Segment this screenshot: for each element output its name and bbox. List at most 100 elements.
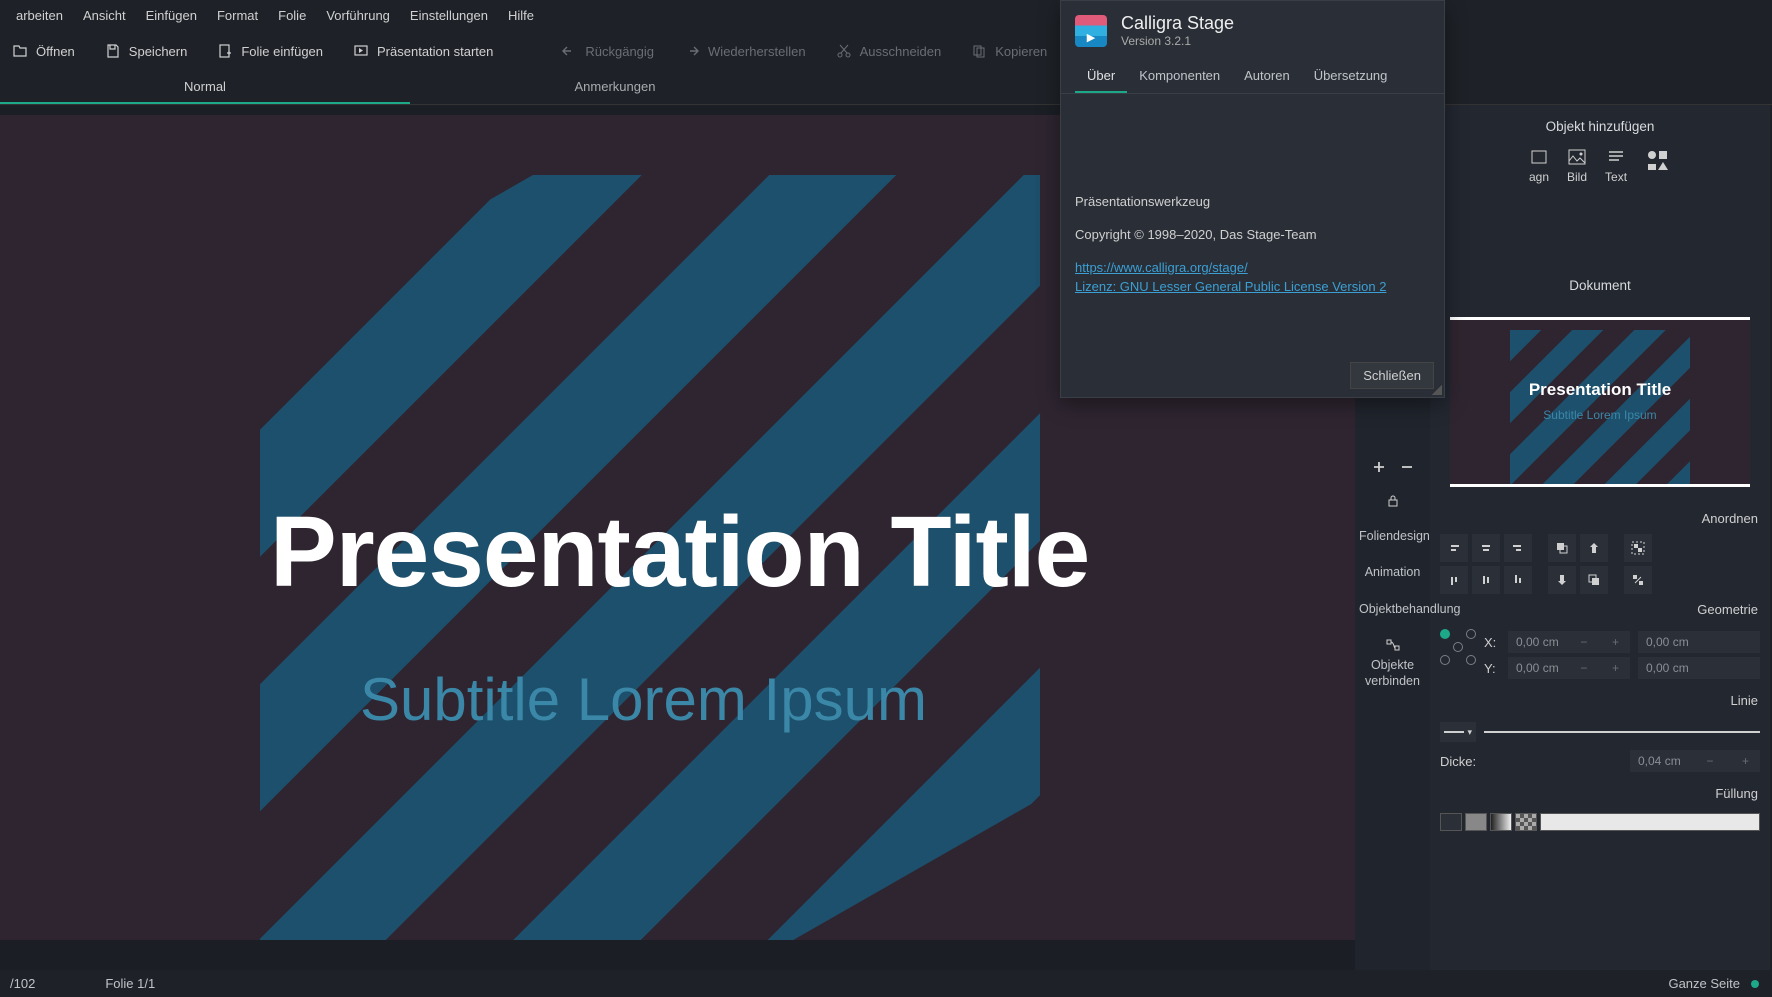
open-button[interactable]: Öffnen: [6, 39, 81, 63]
send-back-icon[interactable]: [1580, 566, 1608, 594]
menu-help[interactable]: Hilfe: [498, 4, 544, 27]
cut-button[interactable]: Ausschneiden: [830, 39, 948, 63]
insert-diagram-button[interactable]: agn: [1529, 148, 1549, 184]
y-input[interactable]: 0,00 cm−+: [1508, 657, 1630, 679]
redo-button[interactable]: Wiederherstellen: [678, 39, 812, 63]
menu-slide[interactable]: Folie: [268, 4, 316, 27]
y-label: Y:: [1484, 661, 1500, 676]
image-icon: [1567, 148, 1587, 166]
about-copyright: Copyright © 1998–2020, Das Stage-Team: [1075, 227, 1430, 242]
anchor-c[interactable]: [1453, 642, 1463, 652]
add-slide-icon[interactable]: [1370, 458, 1388, 476]
align-left-icon[interactable]: [1440, 534, 1468, 562]
close-button[interactable]: Schließen: [1350, 362, 1434, 389]
redo-label: Wiederherstellen: [708, 44, 806, 59]
slide-subtitle[interactable]: Subtitle Lorem Ipsum: [360, 665, 927, 734]
anchor-widget[interactable]: [1440, 629, 1476, 665]
about-tab-authors[interactable]: Autoren: [1232, 60, 1302, 93]
fill-color-preview[interactable]: [1540, 813, 1760, 831]
slide-thumbnail[interactable]: Presentation Title Subtitle Lorem Ipsum: [1450, 317, 1750, 487]
tab-normal[interactable]: Normal: [0, 71, 410, 104]
app-logo-icon: [1075, 15, 1107, 47]
geometry-header: Geometrie: [1440, 596, 1760, 623]
insert-image-button[interactable]: Bild: [1567, 148, 1587, 184]
minus-icon[interactable]: −: [1577, 635, 1590, 649]
save-button[interactable]: Speichern: [99, 39, 194, 63]
bring-front-icon[interactable]: [1548, 534, 1576, 562]
align-right-icon[interactable]: [1504, 534, 1532, 562]
menu-insert[interactable]: Einfügen: [136, 4, 207, 27]
group-icon[interactable]: [1624, 534, 1652, 562]
plus-icon[interactable]: +: [1609, 661, 1622, 675]
about-app-name: Calligra Stage: [1121, 13, 1234, 34]
align-bottom-icon[interactable]: [1504, 566, 1532, 594]
redo-icon: [684, 43, 700, 59]
align-top-icon[interactable]: [1440, 566, 1468, 594]
insert-text-button[interactable]: Text: [1605, 148, 1627, 184]
open-icon: [12, 43, 28, 59]
width-input[interactable]: 0,00 cm: [1638, 631, 1760, 653]
about-homepage-link[interactable]: https://www.calligra.org/stage/: [1075, 260, 1430, 275]
anchor-tr[interactable]: [1466, 629, 1476, 639]
menu-settings[interactable]: Einstellungen: [400, 4, 498, 27]
ungroup-icon[interactable]: [1624, 566, 1652, 594]
vtab-object-treatment[interactable]: Objektbehandlung: [1355, 591, 1430, 627]
fill-pattern[interactable]: [1515, 813, 1537, 831]
lock-icon[interactable]: [1384, 492, 1402, 510]
remove-slide-icon[interactable]: [1398, 458, 1416, 476]
about-dialog: Calligra Stage Version 3.2.1 Über Kompon…: [1060, 0, 1445, 398]
send-backward-icon[interactable]: [1548, 566, 1576, 594]
fill-none[interactable]: [1440, 813, 1462, 831]
thickness-input[interactable]: 0,04 cm − +: [1630, 750, 1760, 772]
copy-icon: [971, 43, 987, 59]
anchor-tl[interactable]: [1440, 629, 1450, 639]
start-presentation-button[interactable]: Präsentation starten: [347, 39, 499, 63]
line-header: Linie: [1440, 687, 1760, 714]
insert-shapes-button[interactable]: [1645, 148, 1671, 184]
anchor-bl[interactable]: [1440, 655, 1450, 665]
anchor-br[interactable]: [1466, 655, 1476, 665]
fill-gradient[interactable]: [1490, 813, 1512, 831]
panel-document-header: Dokument: [1440, 270, 1760, 307]
height-input[interactable]: 0,00 cm: [1638, 657, 1760, 679]
menu-slideshow[interactable]: Vorführung: [316, 4, 400, 27]
menu-edit[interactable]: arbeiten: [6, 4, 73, 27]
status-slide: Folie 1/1: [105, 976, 155, 991]
insert-slide-button[interactable]: Folie einfügen: [211, 39, 329, 63]
align-middle-icon[interactable]: [1472, 566, 1500, 594]
fill-solid[interactable]: [1465, 813, 1487, 831]
thickness-label: Dicke:: [1440, 754, 1476, 769]
about-tab-about[interactable]: Über: [1075, 60, 1127, 93]
menu-format[interactable]: Format: [207, 4, 268, 27]
slide-title[interactable]: Presentation Title: [270, 495, 1089, 610]
panel-add-object-header: Objekt hinzufügen: [1440, 111, 1760, 148]
menu-view[interactable]: Ansicht: [73, 4, 136, 27]
undo-label: Rückgängig: [585, 44, 654, 59]
plus-icon[interactable]: +: [1609, 635, 1622, 649]
vtab-connect-objects[interactable]: Objekte verbinden: [1355, 627, 1430, 700]
undo-button[interactable]: Rückgängig: [555, 39, 660, 63]
thumb-title: Presentation Title: [1450, 380, 1750, 400]
menubar: arbeiten Ansicht Einfügen Format Folie V…: [0, 0, 1772, 31]
about-license-link[interactable]: Lizenz: GNU Lesser General Public Licens…: [1075, 279, 1430, 294]
bring-forward-icon[interactable]: [1580, 534, 1608, 562]
align-center-icon[interactable]: [1472, 534, 1500, 562]
x-label: X:: [1484, 635, 1500, 650]
line-preview: [1484, 731, 1760, 733]
copy-label: Kopieren: [995, 44, 1047, 59]
about-tab-translation[interactable]: Übersetzung: [1302, 60, 1400, 93]
plus-icon[interactable]: +: [1739, 754, 1752, 768]
tab-notes[interactable]: Anmerkungen: [410, 71, 820, 104]
minus-icon[interactable]: −: [1577, 661, 1590, 675]
zoom-label[interactable]: Ganze Seite: [1668, 976, 1740, 991]
copy-button[interactable]: Kopieren: [965, 39, 1053, 63]
line-style-select[interactable]: ▾: [1440, 722, 1476, 742]
zoom-slider-icon[interactable]: [1748, 977, 1762, 991]
vtab-slide-design[interactable]: Foliendesign: [1355, 518, 1430, 554]
resize-grip-icon[interactable]: [1432, 385, 1442, 395]
x-input[interactable]: 0,00 cm−+: [1508, 631, 1630, 653]
undo-icon: [561, 43, 577, 59]
about-tab-components[interactable]: Komponenten: [1127, 60, 1232, 93]
vtab-animation[interactable]: Animation: [1355, 554, 1430, 590]
minus-icon[interactable]: −: [1703, 754, 1716, 768]
